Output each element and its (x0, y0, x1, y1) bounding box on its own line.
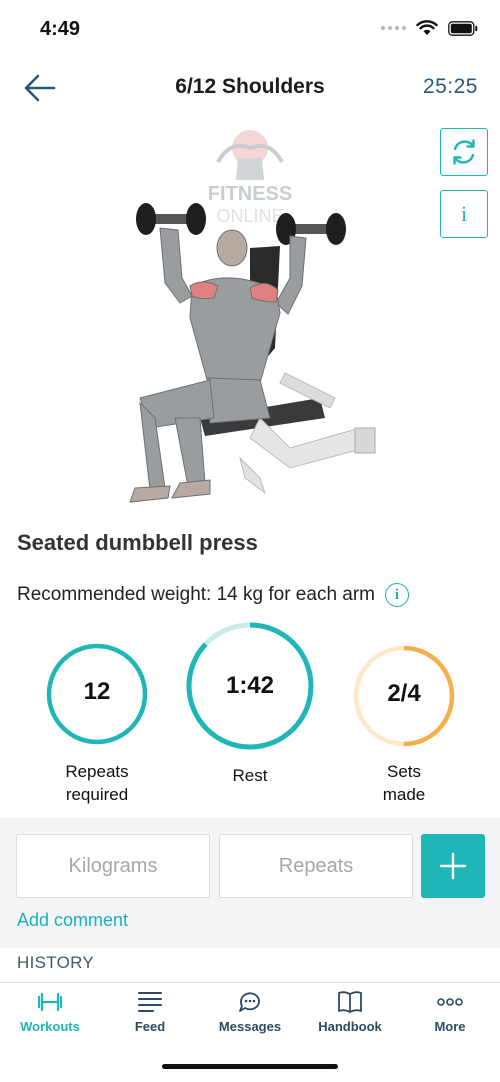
repeats-label: Repeats required (65, 762, 129, 804)
dumbbell-icon (37, 992, 63, 1012)
status-icons (381, 20, 478, 36)
rest-label: Rest (232, 766, 268, 785)
repeats-stat: 12 Repeats required (27, 642, 167, 806)
more-icon (437, 998, 463, 1006)
battery-icon (448, 20, 478, 36)
add-comment-link[interactable]: Add comment (17, 910, 128, 931)
wifi-icon (416, 20, 438, 35)
exercise-illustration: FITNESS ONLINE (129, 130, 376, 503)
workout-timer: 25:25 (422, 75, 478, 98)
svg-text:FITNESS: FITNESS (208, 183, 292, 205)
info-icon: i (460, 201, 468, 226)
exercise-info-button[interactable]: i (440, 190, 488, 238)
home-indicator (162, 1064, 338, 1069)
tab-handbook[interactable]: Handbook (300, 989, 400, 1034)
sets-label: Sets made (382, 762, 426, 804)
refresh-icon (453, 139, 475, 165)
add-set-button[interactable] (421, 834, 485, 898)
status-bar: 4:49 (0, 0, 500, 60)
repeats-input[interactable]: Repeats (219, 834, 413, 898)
rest-stat: 1:42 Rest (180, 620, 320, 787)
history-heading: HISTORY (17, 953, 95, 972)
signal-dots-icon (381, 26, 406, 30)
exercise-name: Seated dumbbell press (17, 530, 258, 555)
athlete-figure (129, 227, 307, 503)
sets-value: 2/4 (387, 680, 421, 707)
repeats-value: 12 (83, 678, 111, 705)
set-input-area: Kilograms Repeats Add comment (0, 818, 500, 948)
messages-icon (239, 992, 260, 1012)
status-time: 4:49 (40, 18, 81, 40)
weight-info-icon[interactable]: i (385, 583, 410, 607)
svg-text:ONLINE: ONLINE (216, 206, 283, 226)
sets-stat: 2/4 Sets made (334, 644, 474, 806)
tab-feed[interactable]: Feed (100, 989, 200, 1034)
fitness-online-logo: FITNESS ONLINE (208, 130, 292, 226)
kilograms-input[interactable]: Kilograms (16, 834, 210, 898)
navigation-bar: 6/12 Shoulders 25:25 (0, 62, 500, 114)
recommended-weight-text: Recommended weight: 14 kg for each arm (17, 584, 376, 605)
rest-value: 1:42 (225, 672, 275, 699)
dumbbell-right-shape (276, 213, 346, 245)
feed-icon (138, 992, 162, 1012)
tab-messages[interactable]: Messages (200, 989, 300, 1034)
tab-more[interactable]: More (400, 989, 500, 1034)
tab-workouts[interactable]: Workouts (0, 989, 100, 1034)
plus-icon (439, 852, 467, 880)
replace-exercise-button[interactable] (440, 128, 488, 176)
recommended-weight-row: Recommended weight: 14 kg for each arm i (17, 583, 410, 607)
history-section: HISTORY (0, 948, 500, 982)
book-icon (338, 991, 362, 1013)
